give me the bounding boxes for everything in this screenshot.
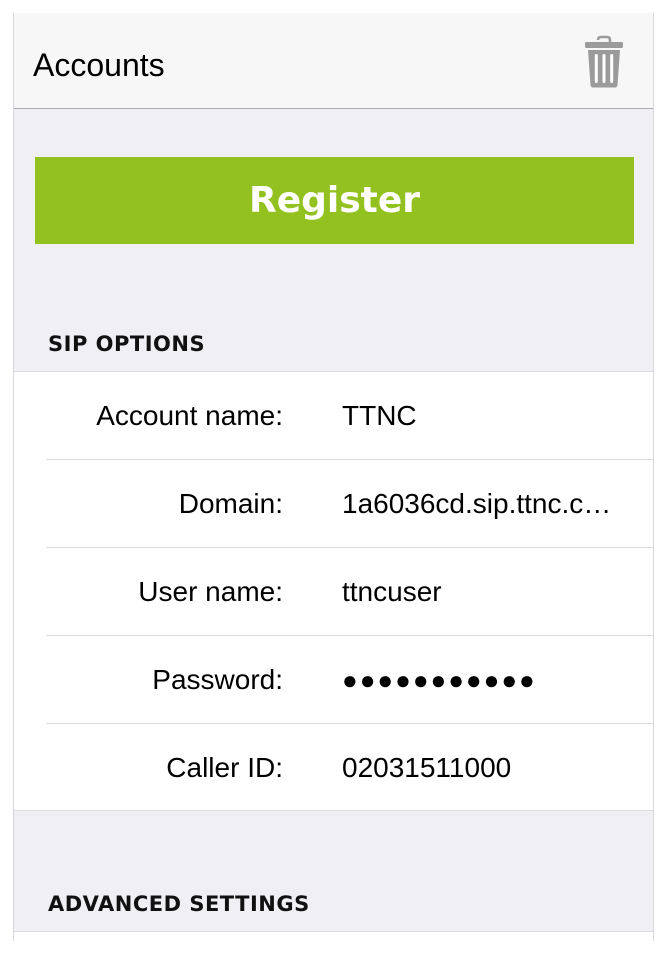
password-field[interactable]: ●●●●●●●●●●● — [342, 636, 624, 724]
user-name-row[interactable]: User name: ttncuser — [14, 548, 653, 636]
trash-icon[interactable] — [583, 35, 625, 89]
navigation-bar: Accounts — [14, 13, 653, 109]
domain-label: Domain: — [178, 488, 283, 519]
account-name-field[interactable]: TTNC — [342, 372, 624, 460]
password-label: Password: — [152, 664, 283, 695]
caller-id-label: Caller ID: — [166, 752, 283, 783]
caller-id-field[interactable]: 02031511000 — [342, 724, 624, 812]
sip-options-group: Account name: TTNC Domain: 1a6036cd.sip.… — [14, 371, 653, 811]
accounts-screen: Accounts Register SIP OPTIONS Account na… — [13, 13, 654, 941]
user-name-label: User name: — [138, 576, 283, 607]
register-button[interactable]: Register — [35, 157, 634, 244]
password-row[interactable]: Password: ●●●●●●●●●●● — [14, 636, 653, 724]
domain-row[interactable]: Domain: 1a6036cd.sip.ttnc.co.uk — [14, 460, 653, 548]
page-title: Accounts — [33, 47, 165, 83]
account-name-label: Account name: — [96, 400, 283, 431]
advanced-settings-group — [14, 931, 653, 941]
domain-field[interactable]: 1a6036cd.sip.ttnc.co.uk — [342, 460, 624, 548]
section-header-advanced-settings: ADVANCED SETTINGS — [48, 892, 310, 916]
section-header-sip-options: SIP OPTIONS — [48, 332, 206, 356]
user-name-field[interactable]: ttncuser — [342, 548, 624, 636]
caller-id-row[interactable]: Caller ID: 02031511000 — [14, 724, 653, 812]
account-name-row[interactable]: Account name: TTNC — [14, 372, 653, 460]
